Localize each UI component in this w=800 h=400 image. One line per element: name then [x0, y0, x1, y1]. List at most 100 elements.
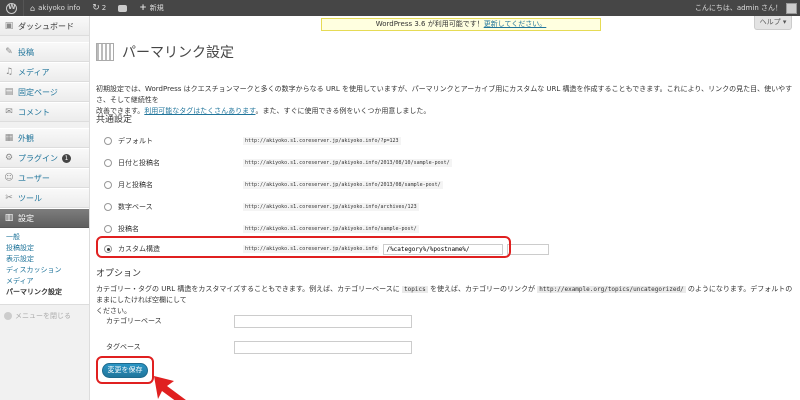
new-content-link[interactable]: + 新規	[133, 0, 170, 16]
page-icon: ▤	[4, 87, 14, 97]
custom-structure-highlight	[96, 236, 511, 258]
option-post-name[interactable]: 投稿名 http://akiyoko.s1.coreserver.jp/akiy…	[104, 222, 419, 236]
site-name: akiyoko info	[38, 4, 81, 12]
home-icon: ⌂	[30, 3, 36, 13]
option-month-name-label: 月と投稿名	[118, 181, 153, 189]
plug-icon: ⚙	[4, 153, 14, 163]
settings-icon: ▥	[4, 213, 14, 223]
plugin-update-badge: 1	[62, 153, 71, 163]
main-content: WordPress 3.6 が利用可能です！更新してください。 ヘルプ ▾ パー…	[96, 16, 796, 400]
option-default[interactable]: デフォルト http://akiyoko.s1.coreserver.jp/ak…	[104, 134, 401, 148]
comment-icon: ✉	[5, 107, 13, 117]
site-name-link[interactable]: ⌂ akiyoko info	[24, 0, 86, 16]
page-title: パーマリンク設定	[96, 42, 234, 62]
menu-tools-label: ツール	[18, 193, 42, 203]
common-settings-heading: 共通設定	[96, 115, 133, 125]
optional-heading: オプション	[96, 269, 142, 279]
media-icon: ♫	[4, 67, 14, 77]
menu-tools[interactable]: ✂ ツール	[0, 188, 89, 208]
tag-base-label: タグベース	[106, 343, 141, 351]
option-month-name[interactable]: 月と投稿名 http://akiyoko.s1.coreserver.jp/ak…	[104, 178, 443, 192]
option-default-url: http://akiyoko.s1.coreserver.jp/akiyoko.…	[243, 137, 401, 145]
optional-desc-part2: を使えば、カテゴリーのリンクが	[429, 285, 535, 293]
radio-numeric[interactable]	[104, 203, 112, 211]
pointer-arrow-icon	[154, 376, 186, 400]
refresh-icon: ↻	[92, 3, 100, 13]
admin-sidebar: ▣ ダッシュボード ✎ 投稿 ♫ メディア ▤ 固定ページ ✉ コメント ▦ 外…	[0, 16, 90, 400]
menu-users[interactable]: ☺ ユーザー	[0, 168, 89, 188]
category-base-row: カテゴリーベース	[106, 314, 412, 328]
menu-appearance-label: 外観	[18, 133, 34, 143]
save-changes-button[interactable]: 変更を保存	[102, 362, 148, 378]
update-notice: WordPress 3.6 が利用可能です！更新してください。	[321, 18, 601, 31]
collapse-menu-button[interactable]: メニューを閉じる	[0, 305, 89, 327]
account-greeting[interactable]: こんにちは、admin さん！	[695, 3, 782, 13]
update-notice-text: WordPress 3.6 が利用可能です！	[375, 20, 484, 28]
available-tags-link[interactable]: 利用可能なタグはたくさんあります	[144, 107, 255, 115]
option-month-name-url: http://akiyoko.s1.coreserver.jp/akiyoko.…	[243, 181, 443, 189]
option-numeric-url: http://akiyoko.s1.coreserver.jp/akiyoko.…	[243, 203, 419, 211]
updates-count: 2	[101, 4, 107, 12]
menu-appearance[interactable]: ▦ 外観	[0, 128, 89, 148]
menu-pages[interactable]: ▤ 固定ページ	[0, 82, 89, 102]
collapse-menu-label: メニューを閉じる	[15, 312, 71, 320]
pin-icon: ✎	[5, 47, 13, 57]
update-now-link[interactable]: 更新してください。	[484, 20, 547, 28]
option-numeric[interactable]: 数字ベース http://akiyoko.s1.coreserver.jp/ak…	[104, 200, 419, 214]
optional-code-example-url: http://example.org/topics/uncategorized/	[537, 286, 686, 293]
custom-structure-extra-field[interactable]	[507, 243, 550, 255]
category-base-input[interactable]	[234, 314, 412, 328]
option-day-name-label: 日付と投稿名	[118, 159, 160, 167]
dashboard-icon: ▣	[4, 21, 14, 31]
save-button-highlight: 変更を保存	[96, 356, 154, 384]
help-tab[interactable]: ヘルプ ▾	[754, 16, 792, 30]
menu-plugins[interactable]: ⚙ プラグイン 1	[0, 148, 89, 168]
avatar[interactable]	[786, 2, 797, 14]
menu-pages-label: 固定ページ	[18, 87, 58, 97]
menu-comments-label: コメント	[18, 107, 50, 117]
optional-description: カテゴリー・タグの URL 構造をカスタマイズすることもできます。例えば、カテゴ…	[96, 284, 796, 317]
submenu-permalinks[interactable]: パーマリンク設定	[6, 287, 89, 298]
plus-icon: +	[139, 3, 147, 13]
menu-dashboard-label: ダッシュボード	[18, 21, 74, 31]
menu-settings[interactable]: ▥ 設定	[0, 208, 89, 228]
menu-comments[interactable]: ✉ コメント	[0, 102, 89, 122]
help-label: ヘルプ	[759, 18, 781, 26]
option-default-label: デフォルト	[118, 137, 153, 145]
option-day-name-url: http://akiyoko.s1.coreserver.jp/akiyoko.…	[243, 159, 452, 167]
radio-post-name[interactable]	[104, 225, 112, 233]
menu-plugins-label: プラグイン	[18, 153, 58, 163]
optional-desc-part1: カテゴリー・タグの URL 構造をカスタマイズすることもできます。例えば、カテゴ…	[96, 285, 400, 293]
intro-text: 初期設定では、WordPress はクエスチョンマークと多くの数字からなる UR…	[96, 84, 796, 117]
submenu-writing[interactable]: 投稿設定	[6, 243, 89, 254]
comments-link[interactable]	[112, 0, 133, 16]
wrench-icon: ✂	[5, 193, 13, 203]
users-icon: ☺	[4, 173, 14, 183]
intro-text-line1: 初期設定では、WordPress はクエスチョンマークと多くの数字からなる UR…	[96, 85, 793, 104]
menu-dashboard[interactable]: ▣ ダッシュボード	[0, 16, 89, 36]
wordpress-logo-button[interactable]	[0, 0, 23, 16]
radio-month-name[interactable]	[104, 181, 112, 189]
submenu-reading[interactable]: 表示設定	[6, 254, 89, 265]
wordpress-logo-icon	[6, 2, 17, 14]
submenu-media[interactable]: メディア	[6, 276, 89, 287]
option-day-name[interactable]: 日付と投稿名 http://akiyoko.s1.coreserver.jp/a…	[104, 156, 452, 170]
menu-settings-label: 設定	[18, 213, 34, 223]
tag-base-row: タグベース	[106, 340, 412, 354]
radio-day-name[interactable]	[104, 159, 112, 167]
submenu-general[interactable]: 一般	[6, 232, 89, 243]
radio-default[interactable]	[104, 137, 112, 145]
tag-base-input[interactable]	[234, 340, 412, 354]
appearance-icon: ▦	[4, 133, 14, 143]
option-post-name-url: http://akiyoko.s1.coreserver.jp/akiyoko.…	[243, 225, 419, 233]
submenu-discussion[interactable]: ディスカッション	[6, 265, 89, 276]
admin-bar: ⌂ akiyoko info ↻ 2 + 新規 こんにちは、admin さん！	[0, 0, 800, 16]
updates-link[interactable]: ↻ 2	[86, 0, 112, 16]
option-numeric-label: 数字ベース	[118, 203, 153, 211]
menu-users-label: ユーザー	[18, 173, 50, 183]
intro-text-line3: 。また、すぐに使用できる例をいくつか用意しました。	[255, 107, 431, 115]
menu-media[interactable]: ♫ メディア	[0, 62, 89, 82]
settings-page-icon	[96, 43, 114, 61]
menu-posts-label: 投稿	[18, 47, 34, 57]
menu-posts[interactable]: ✎ 投稿	[0, 42, 89, 62]
